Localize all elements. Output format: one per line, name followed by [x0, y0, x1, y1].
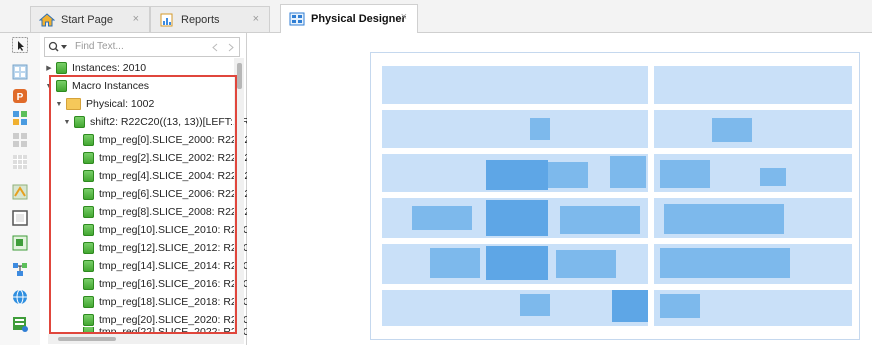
- fabric-row: [382, 110, 852, 148]
- next-match-icon[interactable]: [227, 43, 235, 52]
- svg-text:P: P: [17, 92, 24, 103]
- placed-cell-cluster[interactable]: [610, 156, 646, 188]
- globe-icon[interactable]: [12, 289, 28, 305]
- color-blocks-icon[interactable]: [12, 110, 28, 126]
- selection-highlight-box: [49, 75, 237, 334]
- placed-cell-cluster[interactable]: [520, 294, 550, 316]
- array-grid-icon[interactable]: [12, 154, 28, 170]
- previous-match-icon[interactable]: [211, 43, 219, 52]
- tab-start-page[interactable]: Start Page ×: [30, 6, 150, 32]
- tab-label: Reports: [181, 13, 220, 26]
- tab-physical-designer[interactable]: Physical Designer ×: [280, 4, 418, 33]
- placed-cell-cluster[interactable]: [660, 294, 700, 318]
- fabric-row: [382, 66, 852, 104]
- expand-icon[interactable]: ▶: [45, 64, 53, 72]
- placed-cell-cluster[interactable]: [530, 118, 550, 140]
- cells-grid-icon[interactable]: [12, 132, 28, 148]
- placed-cell-cluster[interactable]: [560, 206, 640, 234]
- clock-spine-divider: [648, 60, 654, 332]
- home-icon: [39, 12, 55, 26]
- tab-label: Physical Designer: [311, 13, 406, 25]
- close-icon[interactable]: ×: [253, 13, 259, 25]
- route-icon[interactable]: [12, 184, 28, 200]
- zoom-region-icon[interactable]: [12, 235, 28, 251]
- placed-cell-cluster[interactable]: [430, 248, 480, 278]
- frame-icon[interactable]: [12, 210, 28, 226]
- designer-toolbar: P: [0, 33, 41, 345]
- export-icon[interactable]: [12, 316, 28, 332]
- placed-cell-cluster[interactable]: [486, 246, 548, 280]
- placed-cell-cluster[interactable]: [664, 204, 784, 234]
- close-icon[interactable]: ×: [133, 13, 139, 25]
- tree-vertical-scroll-thumb[interactable]: [237, 63, 242, 89]
- search-icon[interactable]: [48, 41, 68, 53]
- placed-cell-cluster[interactable]: [412, 206, 472, 230]
- placed-cell-cluster[interactable]: [548, 162, 588, 188]
- close-icon[interactable]: ×: [401, 11, 407, 23]
- placed-cell-cluster[interactable]: [486, 160, 548, 190]
- tab-reports[interactable]: Reports ×: [150, 6, 270, 32]
- placed-cell-cluster[interactable]: [660, 160, 710, 188]
- tree-node-label: Instances: 2010: [72, 62, 147, 74]
- select-pointer-icon[interactable]: [12, 37, 28, 53]
- placement-icon[interactable]: P: [12, 88, 28, 104]
- search-placeholder: Find Text...: [75, 41, 124, 52]
- grid-view-icon[interactable]: [12, 64, 28, 80]
- report-icon: [160, 13, 173, 26]
- tab-label: Start Page: [61, 13, 113, 26]
- placed-cell-cluster[interactable]: [712, 118, 752, 142]
- placed-cell-cluster[interactable]: [556, 250, 616, 278]
- netlist-icon[interactable]: [12, 261, 28, 277]
- search-input[interactable]: Find Text...: [44, 37, 240, 57]
- placed-cell-cluster[interactable]: [760, 168, 786, 186]
- document-tab-bar: Start Page × Reports × Physical Designer…: [0, 0, 872, 33]
- tree-horizontal-scroll-thumb[interactable]: [58, 337, 116, 341]
- placed-cell-cluster[interactable]: [486, 200, 548, 236]
- placed-cell-cluster[interactable]: [612, 290, 648, 322]
- designer-icon: [289, 12, 305, 26]
- placed-cell-cluster[interactable]: [660, 248, 790, 278]
- instance-chip-icon: [56, 62, 67, 74]
